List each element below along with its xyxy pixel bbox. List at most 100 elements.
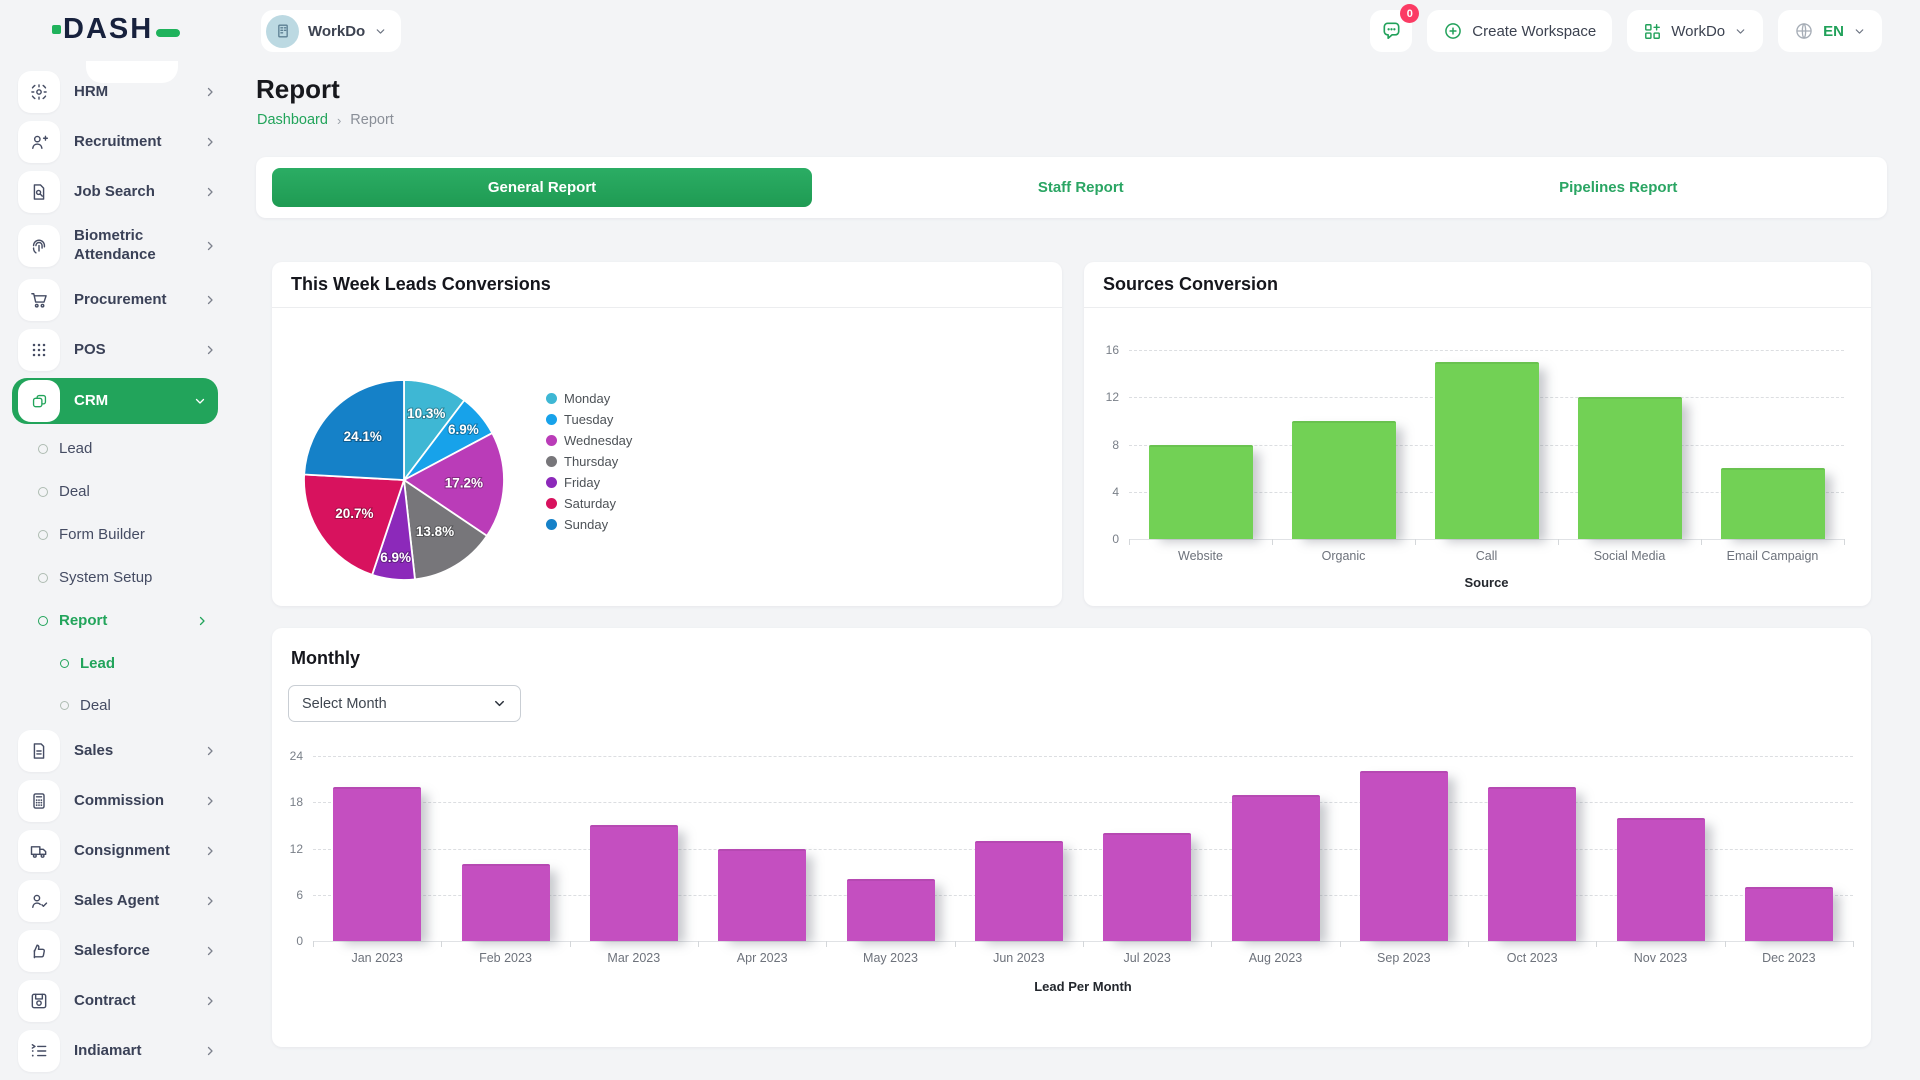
sidebar-item-sales[interactable]: Sales <box>0 726 230 776</box>
x-axis-tick <box>955 941 956 947</box>
sidebar-item-procurement[interactable]: Procurement <box>0 275 230 325</box>
chevron-right-icon <box>204 1045 216 1057</box>
x-axis-tick <box>1340 941 1341 947</box>
x-tick-label: Jul 2023 <box>1083 951 1211 965</box>
sidebar-subitem-lead[interactable]: Lead <box>0 427 230 470</box>
sidebar-item-consignment[interactable]: Consignment <box>0 826 230 876</box>
sidebar-item-commission[interactable]: Commission <box>0 776 230 826</box>
chevron-right-icon <box>204 240 216 252</box>
sidebar-subitem-deal[interactable]: Deal <box>0 470 230 513</box>
chevron-right-icon <box>204 895 216 907</box>
create-workspace-button[interactable]: Create Workspace <box>1427 10 1612 52</box>
month-select[interactable]: Select Month <box>288 685 521 722</box>
messages-button[interactable]: 0 <box>1370 10 1412 52</box>
chevron-down-icon <box>492 696 507 711</box>
legend-label: Sunday <box>564 517 608 532</box>
apps-menu-button[interactable]: WorkDo <box>1627 10 1763 52</box>
y-tick-label: 0 <box>1084 532 1119 546</box>
sidebar-item-job-search[interactable]: Job Search <box>0 167 230 217</box>
y-tick-label: 12 <box>1084 390 1119 404</box>
legend-item: Sunday <box>546 518 632 531</box>
breadcrumb-dashboard-link[interactable]: Dashboard <box>257 112 328 128</box>
pie-slice-label: 13.8% <box>416 524 454 539</box>
sidebar-item-salesforce[interactable]: Salesforce <box>0 926 230 976</box>
legend-dot <box>546 414 557 425</box>
sidebar-item-label: Sales <box>74 742 190 761</box>
legend-label: Thursday <box>564 454 618 469</box>
sidebar-item-label: Job Search <box>74 183 190 202</box>
sidebar-item-hrm[interactable]: HRM <box>0 67 230 117</box>
sidebar-item-sales-agent[interactable]: Sales Agent <box>0 876 230 926</box>
x-axis-tick <box>441 941 442 947</box>
chat-bubble-icon <box>1380 20 1403 43</box>
pie-chart: 10.3%6.9%17.2%13.8%6.9%20.7%24.1% <box>298 374 510 586</box>
sidebar-item-pos[interactable]: POS <box>0 325 230 375</box>
x-axis-tick <box>570 941 571 947</box>
card-title: This Week Leads Conversions <box>291 274 551 295</box>
tab-general-report[interactable]: General Report <box>272 168 812 207</box>
x-tick-label: Website <box>1129 549 1272 563</box>
contract-icon <box>18 980 60 1022</box>
y-tick-label: 6 <box>272 888 303 902</box>
chevron-right-icon <box>204 795 216 807</box>
x-axis-tick <box>698 941 699 947</box>
logo-text: DASH <box>63 13 153 46</box>
workspace-switcher[interactable]: WorkDo <box>261 10 401 52</box>
sidebar-item-crm[interactable]: CRM <box>12 378 218 424</box>
chevron-right-icon <box>204 745 216 757</box>
x-axis-tick <box>1272 539 1273 545</box>
x-tick-label: Oct 2023 <box>1468 951 1596 965</box>
x-axis-title: Source <box>1129 575 1844 590</box>
card-header: This Week Leads Conversions <box>272 262 1062 308</box>
sidebar-item-biometric-attendance[interactable]: Biometric Attendance <box>0 217 230 275</box>
x-axis-tick <box>1558 539 1559 545</box>
bar-feb-2023 <box>462 864 550 941</box>
legend-dot <box>546 393 557 404</box>
week-leads-chart: 10.3%6.9%17.2%13.8%6.9%20.7%24.1% Monday… <box>272 308 1062 606</box>
legend-label: Saturday <box>564 496 616 511</box>
legend-label: Wednesday <box>564 433 632 448</box>
bullet-icon <box>38 487 48 497</box>
sidebar-subsubitem-lead[interactable]: Lead <box>0 642 230 684</box>
chevron-right-icon <box>204 995 216 1007</box>
bar-may-2023 <box>847 879 935 941</box>
sidebar-item-label: Contract <box>74 992 190 1011</box>
legend-dot <box>546 498 557 509</box>
sidebar-item-contract[interactable]: Contract <box>0 976 230 1026</box>
sidebar-subitem-system-setup[interactable]: System Setup <box>0 556 230 599</box>
x-tick-label: Nov 2023 <box>1596 951 1724 965</box>
legend-item: Thursday <box>546 455 632 468</box>
legend-label: Monday <box>564 391 610 406</box>
legend-item: Wednesday <box>546 434 632 447</box>
sidebar-subitem-label: System Setup <box>59 569 152 586</box>
tab-staff-report[interactable]: Staff Report <box>812 157 1350 218</box>
sidebar-subitem-label: Deal <box>80 697 111 714</box>
bullet-icon <box>38 616 48 626</box>
sidebar-subsubitem-deal[interactable]: Deal <box>0 684 230 726</box>
month-select-value: Select Month <box>302 696 387 712</box>
sidebar-item-recruitment[interactable]: Recruitment <box>0 117 230 167</box>
pie-slice-label: 24.1% <box>344 429 382 444</box>
x-axis-tick <box>313 941 314 947</box>
chevron-right-icon <box>204 294 216 306</box>
sidebar: HRMRecruitment Job Search Biometric Attend… <box>0 61 230 1080</box>
bar-dec-2023 <box>1745 887 1833 941</box>
salesforce-icon <box>18 930 60 972</box>
gridline <box>1129 350 1844 351</box>
legend-item: Monday <box>546 392 632 405</box>
page-title: Report <box>256 74 340 105</box>
pie-legend: MondayTuesdayWednesdayThursdayFridaySatu… <box>546 392 632 539</box>
y-tick-label: 8 <box>1084 438 1119 452</box>
language-button[interactable]: EN <box>1778 10 1882 52</box>
x-axis-tick <box>1468 941 1469 947</box>
y-tick-label: 24 <box>272 749 303 763</box>
tab-pipelines-report[interactable]: Pipelines Report <box>1350 157 1888 218</box>
sidebar-subitem-form-builder[interactable]: Form Builder <box>0 513 230 556</box>
sidebar-subitem-label: Deal <box>59 483 90 500</box>
sidebar-item-label: Procurement <box>74 291 190 310</box>
pie-slice-label: 10.3% <box>407 406 445 421</box>
sidebar-subitem-report[interactable]: Report <box>0 599 230 642</box>
sidebar-item-indiamart[interactable]: Indiamart <box>0 1026 230 1076</box>
x-axis-tick <box>1701 539 1702 545</box>
job-search-icon <box>18 171 60 213</box>
